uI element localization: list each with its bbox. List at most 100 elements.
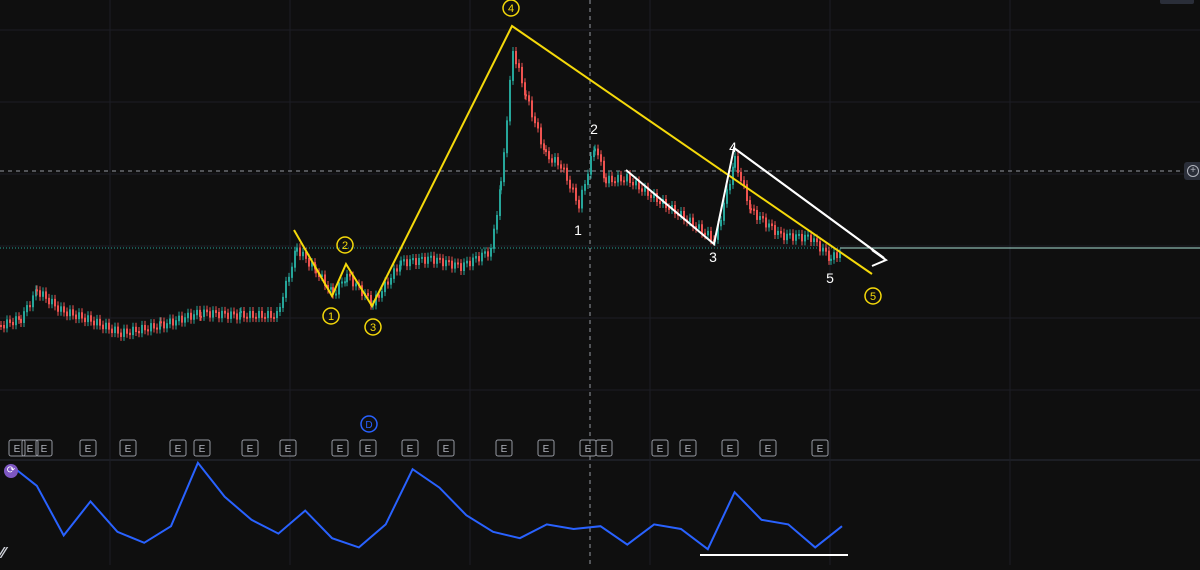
event-badge[interactable]: E xyxy=(495,439,513,457)
event-badge-label: E xyxy=(199,444,206,455)
candlestick-series xyxy=(0,47,841,341)
candle xyxy=(801,233,803,242)
event-badge-label: E xyxy=(407,444,414,455)
event-badge-label: E xyxy=(817,444,824,455)
candle xyxy=(111,328,113,334)
candle xyxy=(187,312,189,319)
event-badge[interactable]: E xyxy=(8,439,26,457)
candle xyxy=(707,230,709,236)
candle xyxy=(608,175,610,184)
event-badge-label: E xyxy=(27,444,34,455)
event-badge-label: E xyxy=(765,444,772,455)
candle xyxy=(390,277,392,285)
event-badge[interactable]: E xyxy=(579,439,597,457)
event-badge[interactable]: E xyxy=(279,439,297,457)
candle xyxy=(515,51,517,65)
refresh-icon[interactable]: ⟳ xyxy=(4,464,18,478)
candle xyxy=(521,66,523,84)
candle xyxy=(566,167,568,181)
candle xyxy=(120,332,122,337)
event-badge[interactable]: E xyxy=(193,439,211,457)
event-badge[interactable]: E xyxy=(537,439,555,457)
candle xyxy=(759,216,761,220)
candle xyxy=(23,311,25,323)
candle xyxy=(39,290,41,297)
event-badge[interactable]: E xyxy=(811,439,829,457)
candle xyxy=(335,293,337,296)
candle xyxy=(224,310,226,314)
candle xyxy=(200,315,202,318)
candle xyxy=(439,257,441,260)
white-wave-label-2: 2 xyxy=(590,121,598,137)
white-wave-label-5: 5 xyxy=(826,270,834,286)
candle xyxy=(396,268,398,272)
candle xyxy=(545,149,547,153)
candle xyxy=(261,311,263,318)
candle xyxy=(409,259,411,267)
candle xyxy=(294,250,296,268)
candle xyxy=(421,256,423,259)
candle xyxy=(349,273,351,277)
event-badge[interactable]: E xyxy=(169,439,187,457)
candle xyxy=(160,321,162,324)
candle xyxy=(12,321,14,326)
event-badge-label: E xyxy=(365,444,372,455)
white-channel-line[interactable] xyxy=(733,147,885,259)
candle xyxy=(484,251,486,254)
candle xyxy=(0,325,2,327)
candle xyxy=(36,289,38,292)
candle xyxy=(445,260,447,267)
svg-text:D: D xyxy=(365,420,372,431)
candle xyxy=(506,120,508,154)
candle xyxy=(611,175,613,183)
candle xyxy=(777,230,779,235)
candle xyxy=(291,266,293,278)
event-badge[interactable]: E xyxy=(359,439,377,457)
event-badge[interactable]: E xyxy=(401,439,419,457)
event-badge[interactable]: E xyxy=(79,439,97,457)
event-badge-label: E xyxy=(85,444,92,455)
candle xyxy=(430,255,432,258)
candle xyxy=(346,273,348,283)
event-badge-label: E xyxy=(543,444,550,455)
candle xyxy=(123,328,125,337)
event-badge[interactable]: E xyxy=(241,439,259,457)
toolbar-button[interactable] xyxy=(1160,0,1194,4)
candle xyxy=(285,280,287,298)
candle xyxy=(732,166,734,185)
candle xyxy=(836,252,838,259)
candle xyxy=(72,309,74,316)
candle xyxy=(635,180,637,186)
candle xyxy=(215,310,217,313)
yellow-wave-impulse[interactable] xyxy=(293,24,873,309)
event-badge[interactable]: E xyxy=(119,439,137,457)
candle xyxy=(218,311,220,319)
event-badge[interactable]: E xyxy=(679,439,697,457)
event-badge[interactable]: E xyxy=(759,439,777,457)
candle xyxy=(594,148,596,152)
event-badge[interactable]: E xyxy=(437,439,455,457)
price-chart-svg[interactable]: 1 2 3 4 5 1 2 3 4 5 D EEEEEEEEEEEEEEEEEE… xyxy=(0,0,1200,565)
candle xyxy=(135,326,137,332)
candle xyxy=(26,305,28,313)
candle xyxy=(487,251,489,257)
event-badge-label: E xyxy=(175,444,182,455)
event-badge[interactable]: E xyxy=(331,439,349,457)
candle xyxy=(81,312,83,319)
event-badge[interactable]: E xyxy=(651,439,669,457)
candle xyxy=(144,324,146,331)
candle xyxy=(233,311,235,315)
candle xyxy=(427,256,429,264)
event-badges-row[interactable]: E E E E E E E E E E E E E E E E E E E E EE xyxy=(8,439,829,457)
candle xyxy=(78,312,80,320)
candle xyxy=(578,199,580,209)
chart-area[interactable]: 1 2 3 4 5 1 2 3 4 5 D EEEEEEEEEEEEEEEEEE… xyxy=(0,0,1200,565)
event-badge[interactable]: E xyxy=(595,439,613,457)
dividend-badge[interactable]: D xyxy=(360,415,378,433)
add-price-button[interactable]: + xyxy=(1184,162,1200,180)
candle xyxy=(267,311,269,319)
candle xyxy=(626,174,628,182)
event-badge[interactable]: E xyxy=(721,439,739,457)
candle xyxy=(299,247,301,257)
candle xyxy=(51,298,53,305)
